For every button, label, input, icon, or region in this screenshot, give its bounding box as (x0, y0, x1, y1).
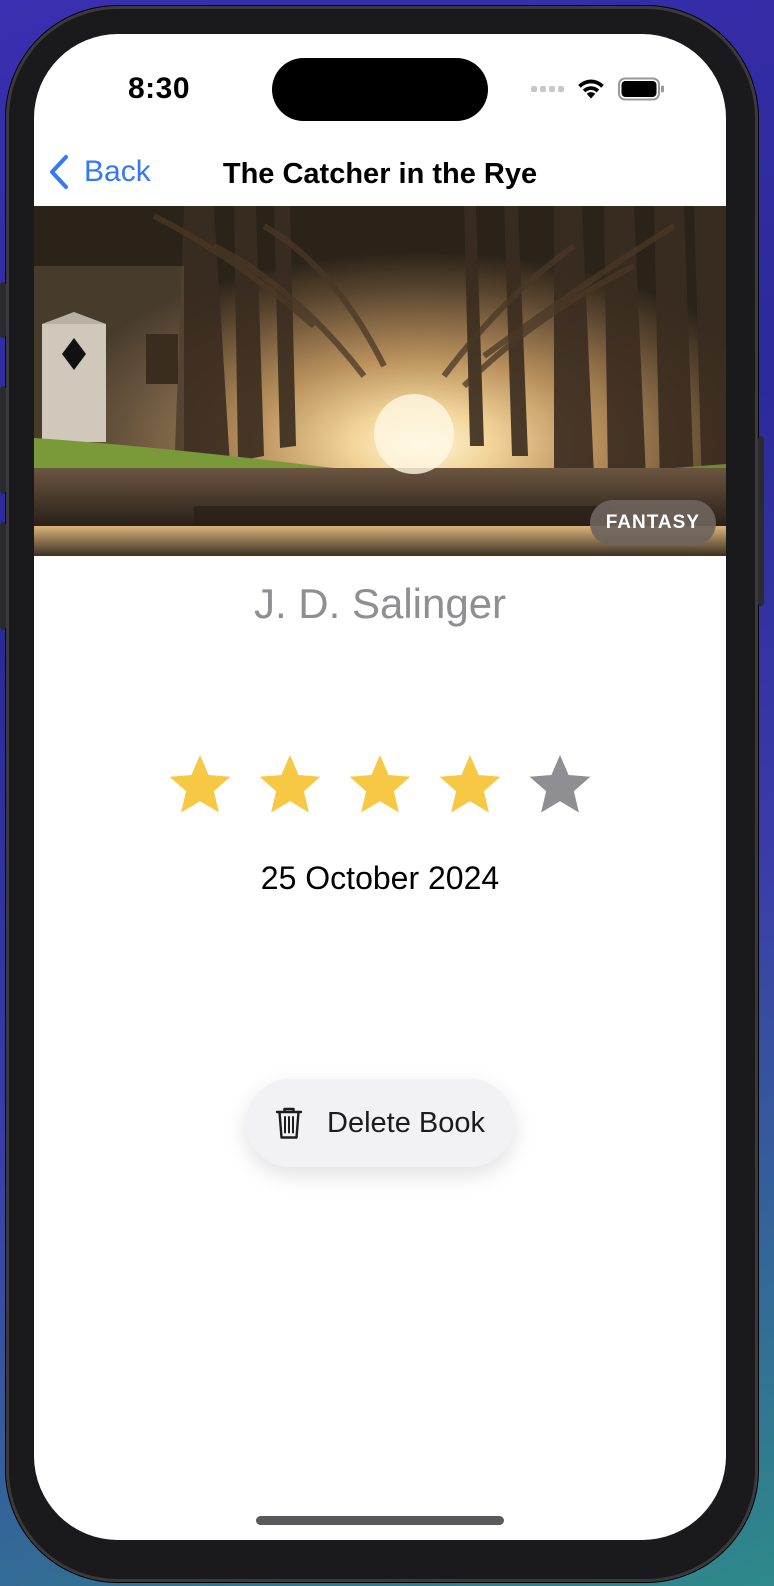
volume-down-button (0, 522, 6, 630)
star-empty-icon[interactable] (526, 752, 594, 820)
star-filled-icon[interactable] (436, 752, 504, 820)
status-icons (531, 74, 666, 104)
wifi-icon (578, 79, 604, 99)
status-bar: 8:30 (34, 34, 726, 144)
app-screen: 8:30 Back The Catcher in the Rye FANTASY… (34, 34, 726, 1540)
page-title: The Catcher in the Rye (222, 158, 538, 190)
navigation-bar: Back The Catcher in the Rye (34, 144, 726, 206)
delete-book-label: Delete Book (327, 1106, 485, 1139)
author-name: J. D. Salinger (253, 580, 507, 627)
power-button (758, 436, 764, 606)
star-filled-icon[interactable] (166, 752, 234, 820)
book-date: 25 October 2024 (260, 860, 500, 896)
star-filled-icon[interactable] (346, 752, 414, 820)
book-cover-image: FANTASY (34, 206, 726, 556)
dynamic-island (272, 58, 488, 121)
status-time: 8:30 (128, 72, 191, 105)
genre-badge: FANTASY (589, 500, 716, 546)
home-indicator[interactable] (256, 1516, 504, 1525)
battery-icon (618, 77, 664, 101)
star-filled-icon[interactable] (256, 752, 324, 820)
star-rating[interactable] (166, 752, 594, 820)
delete-book-button[interactable]: Delete Book (246, 1079, 514, 1167)
volume-up-button (0, 386, 6, 494)
cellular-dots-icon (531, 86, 564, 92)
action-button (0, 282, 6, 338)
trash-icon (275, 1107, 303, 1139)
